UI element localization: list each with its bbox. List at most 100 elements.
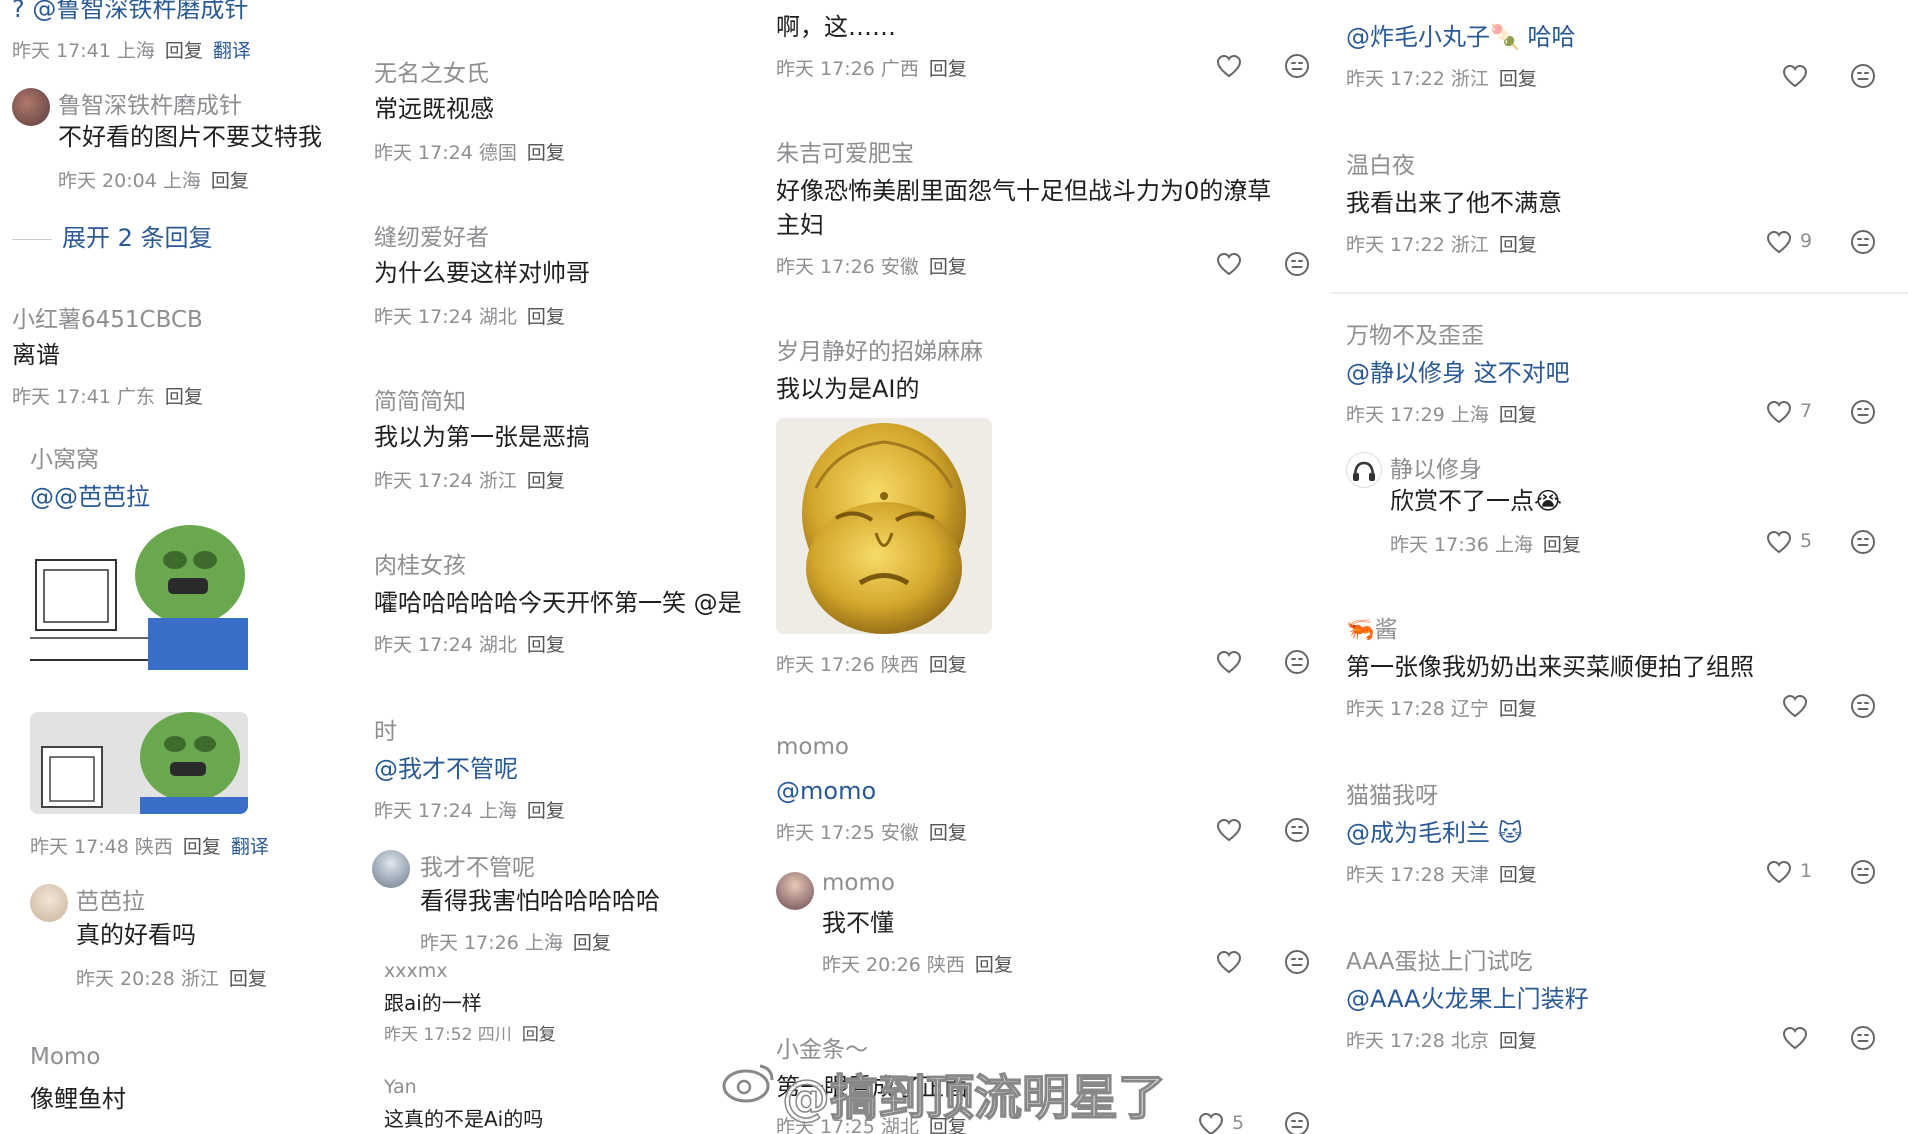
comment-username[interactable]: 岁月静好的招娣麻麻 — [776, 332, 983, 366]
reply-button[interactable]: 回复 — [975, 954, 1013, 976]
like-icon[interactable] — [1782, 64, 1808, 88]
reply-button[interactable]: 回复 — [1499, 404, 1537, 426]
emoji-reaction-icon[interactable] — [1284, 949, 1310, 975]
like-icon[interactable] — [1216, 54, 1242, 78]
comment-username[interactable]: xxxmx — [384, 960, 448, 982]
avatar[interactable] — [372, 850, 410, 888]
like-count: 5 — [1232, 1112, 1245, 1134]
emoji-reaction-icon[interactable] — [1284, 817, 1310, 843]
reply-button[interactable]: 回复 — [929, 822, 967, 844]
comment-column-2: 无名之女氏 常远既视感 昨天 17:24 德国 回复 缝纫爱好者 为什么要这样对帅… — [370, 0, 768, 1134]
comment-text: 欣赏不了一点😭 — [1390, 487, 1563, 515]
like-icon[interactable] — [1216, 252, 1242, 276]
reply-button[interactable]: 回复 — [929, 256, 967, 278]
comment-username[interactable]: 猫猫我呀 — [1346, 776, 1438, 810]
emoji-reaction-icon[interactable] — [1850, 63, 1876, 89]
reply-button[interactable]: 回复 — [522, 1025, 556, 1045]
reply-button[interactable]: 回复 — [1499, 234, 1537, 256]
like-icon[interactable] — [1782, 694, 1808, 718]
emoji-reaction-icon[interactable] — [1284, 1111, 1310, 1134]
like-icon[interactable] — [1782, 1026, 1808, 1050]
like-icon[interactable] — [1766, 230, 1792, 254]
reply-button[interactable]: 回复 — [1499, 68, 1537, 90]
reply-button[interactable]: 回复 — [229, 968, 267, 990]
comment-username[interactable]: 静以修身 — [1390, 450, 1482, 484]
avatar[interactable] — [12, 88, 50, 126]
avatar[interactable] — [30, 884, 68, 922]
comment-meta: 昨天 20:26 陕西 回复 — [822, 950, 1013, 977]
translate-button[interactable]: 翻译 — [213, 40, 251, 62]
emoji-reaction-icon[interactable] — [1284, 649, 1310, 675]
like-count: 1 — [1800, 860, 1813, 882]
emoji-reaction-icon[interactable] — [1284, 251, 1310, 277]
comment-username[interactable]: momo — [822, 870, 895, 896]
emoji-reaction-icon[interactable] — [1850, 529, 1876, 555]
reply-button[interactable]: 回复 — [165, 40, 203, 62]
comment-image[interactable] — [776, 418, 992, 634]
like-icon[interactable] — [1216, 818, 1242, 842]
reply-button[interactable]: 回复 — [183, 836, 221, 858]
comment-username[interactable]: momo — [776, 734, 849, 760]
avatar[interactable] — [776, 872, 814, 910]
like-icon[interactable] — [1216, 650, 1242, 674]
comment-username[interactable]: 肉桂女孩 — [374, 546, 466, 580]
comment-meta: 昨天 17:41 广东 回复 — [12, 382, 203, 409]
reply-button[interactable]: 回复 — [527, 800, 565, 822]
emoji-reaction-icon[interactable] — [1850, 693, 1876, 719]
translate-button[interactable]: 翻译 — [231, 836, 269, 858]
comment-meta: 昨天 20:28 浙江 回复 — [76, 964, 267, 991]
comment-meta: 昨天 17:41 上海 回复 翻译 — [12, 36, 251, 63]
comment-text: 离谱 — [12, 341, 60, 369]
reply-button[interactable]: 回复 — [1499, 864, 1537, 886]
comment-meta: 昨天 17:52 四川 回复 — [384, 1020, 556, 1045]
comment-username[interactable]: 芭芭拉 — [76, 882, 145, 916]
comment-username[interactable]: Yan — [384, 1076, 417, 1098]
reply-button[interactable]: 回复 — [527, 142, 565, 164]
comment-username[interactable]: 简简简知 — [374, 382, 466, 416]
comment-username[interactable]: 无名之女氏 — [374, 54, 489, 88]
comment-text: ? @鲁智深铁杵磨成针 — [12, 0, 249, 23]
like-icon[interactable] — [1198, 1112, 1224, 1134]
like-icon[interactable] — [1766, 530, 1792, 554]
comment-meta: 昨天 17:36 上海 回复 — [1390, 530, 1581, 557]
sticker-image[interactable] — [30, 712, 248, 814]
reply-button[interactable]: 回复 — [1543, 534, 1581, 556]
reply-button[interactable]: 回复 — [929, 58, 967, 80]
like-icon[interactable] — [1216, 950, 1242, 974]
emoji-reaction-icon[interactable] — [1850, 859, 1876, 885]
comment-text: @@芭芭拉 — [30, 483, 150, 511]
comment-username[interactable]: 缝纫爱好者 — [374, 218, 489, 252]
comment-username[interactable]: 我才不管呢 — [420, 848, 535, 882]
emoji-reaction-icon[interactable] — [1284, 53, 1310, 79]
sticker-image[interactable] — [30, 520, 248, 670]
comment-username[interactable]: Momo — [30, 1044, 100, 1070]
comment-username[interactable]: 朱吉可爱肥宝 — [776, 134, 914, 168]
emoji-reaction-icon[interactable] — [1850, 1025, 1876, 1051]
avatar[interactable] — [1346, 452, 1382, 488]
emoji-reaction-icon[interactable] — [1850, 399, 1876, 425]
reply-button[interactable]: 回复 — [165, 386, 203, 408]
comment-username[interactable]: 🦐酱 — [1346, 610, 1398, 644]
comment-username[interactable]: 时 — [374, 712, 397, 746]
reply-button[interactable]: 回复 — [1499, 1030, 1537, 1052]
like-icon[interactable] — [1766, 400, 1792, 424]
emoji-reaction-icon[interactable] — [1850, 229, 1876, 255]
reply-button[interactable]: 回复 — [573, 932, 611, 954]
comment-username[interactable]: 万物不及歪歪 — [1346, 316, 1484, 350]
reply-button[interactable]: 回复 — [929, 654, 967, 676]
like-count: 5 — [1800, 530, 1813, 552]
like-icon[interactable] — [1766, 860, 1792, 884]
reply-button[interactable]: 回复 — [1499, 698, 1537, 720]
expand-replies-button[interactable]: 展开 2 条回复 — [12, 218, 213, 253]
comment-text: @AAA火龙果上门装籽 — [1346, 985, 1589, 1013]
comment-username[interactable]: 小窝窝 — [30, 440, 99, 474]
reply-button[interactable]: 回复 — [527, 306, 565, 328]
comment-text: 我以为第一张是恶搞 — [374, 423, 590, 451]
reply-button[interactable]: 回复 — [211, 170, 249, 192]
comment-username[interactable]: AAA蛋挞上门试吃 — [1346, 942, 1532, 976]
reply-button[interactable]: 回复 — [527, 634, 565, 656]
reply-button[interactable]: 回复 — [527, 470, 565, 492]
comment-username[interactable]: 鲁智深铁杵磨成针 — [58, 86, 242, 120]
comment-username[interactable]: 温白夜 — [1346, 146, 1415, 180]
comment-username[interactable]: 小红薯6451CBCB — [12, 300, 203, 334]
